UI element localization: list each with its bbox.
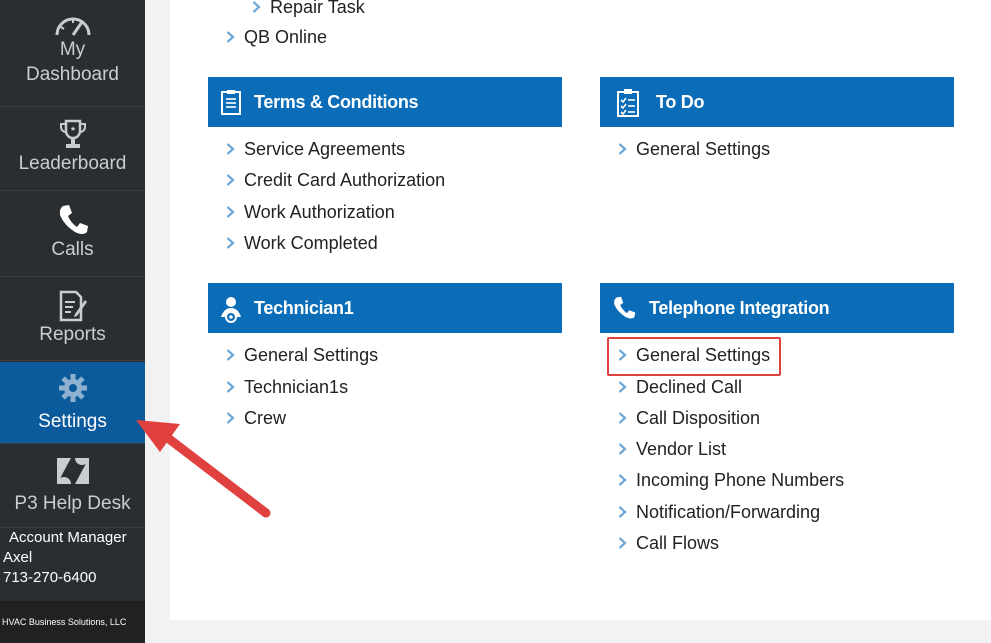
link-call-flows[interactable]: Call Flows [618, 532, 719, 554]
sidebar-item-reports[interactable]: Reports [0, 277, 145, 361]
gear-icon [58, 374, 87, 402]
link-technician1s[interactable]: Technician1s [226, 376, 348, 398]
chevron-right-icon [226, 31, 235, 43]
link-work-authorization[interactable]: Work Authorization [226, 201, 395, 223]
sidebar-item-dashboard[interactable]: My Dashboard [0, 0, 145, 107]
chevron-right-icon [618, 143, 627, 155]
sidebar-item-label: Dashboard [26, 64, 119, 85]
link-qb-online[interactable]: QB Online [226, 26, 327, 48]
gauge-icon [55, 17, 90, 36]
phone-icon [614, 296, 636, 319]
chevron-right-icon [226, 237, 235, 249]
account-manager-phone[interactable]: 713-270-6400 [0, 568, 145, 588]
link-todo-general-settings[interactable]: General Settings [618, 138, 770, 160]
sidebar-item-calls[interactable]: Calls [0, 191, 145, 277]
sidebar-item-label: Calls [51, 239, 94, 260]
account-manager-info: Account Manager Axel 713-270-6400 [0, 528, 145, 600]
checklist-icon [617, 89, 639, 117]
chevron-right-icon [618, 506, 627, 518]
account-manager-role: Account Manager [9, 529, 127, 546]
report-icon [59, 290, 87, 322]
account-manager-name: Axel [3, 549, 33, 566]
link-vendor-list[interactable]: Vendor List [618, 438, 726, 460]
link-technician-general-settings[interactable]: General Settings [226, 344, 378, 366]
clipboard-icon [221, 90, 241, 115]
chevron-right-icon [618, 443, 627, 455]
chevron-right-icon [226, 381, 235, 393]
zendesk-icon [56, 458, 89, 484]
section-title: Technician1 [254, 298, 354, 318]
section-header-technician: Technician1 [208, 283, 562, 333]
chevron-right-icon [226, 206, 235, 218]
sidebar-item-label: Reports [39, 324, 106, 345]
chevron-right-icon [226, 349, 235, 361]
section-title: Telephone Integration [649, 298, 830, 318]
phone-icon [59, 205, 88, 234]
link-notification-forwarding[interactable]: Notification/Forwarding [618, 501, 820, 523]
sidebar-item-settings[interactable]: Settings [0, 362, 145, 444]
link-incoming-phone-numbers[interactable]: Incoming Phone Numbers [618, 469, 844, 491]
section-header-todo: To Do [600, 77, 954, 127]
sidebar-item-label: P3 Help Desk [14, 493, 131, 514]
link-telephone-general-settings[interactable]: General Settings [618, 344, 770, 366]
link-repair-task[interactable]: Repair Task [252, 0, 365, 18]
link-credit-card-authorization[interactable]: Credit Card Authorization [226, 169, 445, 191]
link-call-disposition[interactable]: Call Disposition [618, 407, 760, 429]
link-declined-call[interactable]: Declined Call [618, 376, 742, 398]
link-work-completed[interactable]: Work Completed [226, 232, 378, 254]
chevron-right-icon [226, 143, 235, 155]
technician-icon [221, 297, 241, 323]
sidebar-item-help-desk[interactable]: P3 Help Desk [0, 444, 145, 528]
chevron-right-icon [618, 412, 627, 424]
chevron-right-icon [618, 381, 627, 393]
chevron-right-icon [618, 474, 627, 486]
chevron-right-icon [226, 174, 235, 186]
chevron-right-icon [226, 412, 235, 424]
trophy-icon: ★ [59, 119, 86, 148]
sidebar-item-label: My [59, 39, 86, 60]
sidebar: My Dashboard ★ Leaderboard Calls Reports [0, 0, 145, 643]
sidebar-item-label: Settings [38, 411, 107, 432]
sidebar-item-leaderboard[interactable]: ★ Leaderboard [0, 107, 145, 191]
company-footer: HVAC Business Solutions, LLC [0, 601, 145, 643]
section-header-terms: Terms & Conditions [208, 77, 562, 127]
section-title: To Do [656, 92, 705, 112]
link-service-agreements[interactable]: Service Agreements [226, 138, 405, 160]
settings-panel: Repair Task QB Online Terms & Conditions… [170, 0, 991, 620]
svg-text:★: ★ [69, 125, 75, 133]
chevron-right-icon [618, 349, 627, 361]
chevron-right-icon [252, 1, 261, 13]
chevron-right-icon [618, 537, 627, 549]
section-header-telephone: Telephone Integration [600, 283, 954, 333]
section-title: Terms & Conditions [254, 92, 419, 112]
link-crew[interactable]: Crew [226, 407, 286, 429]
sidebar-item-label: Leaderboard [18, 153, 127, 174]
